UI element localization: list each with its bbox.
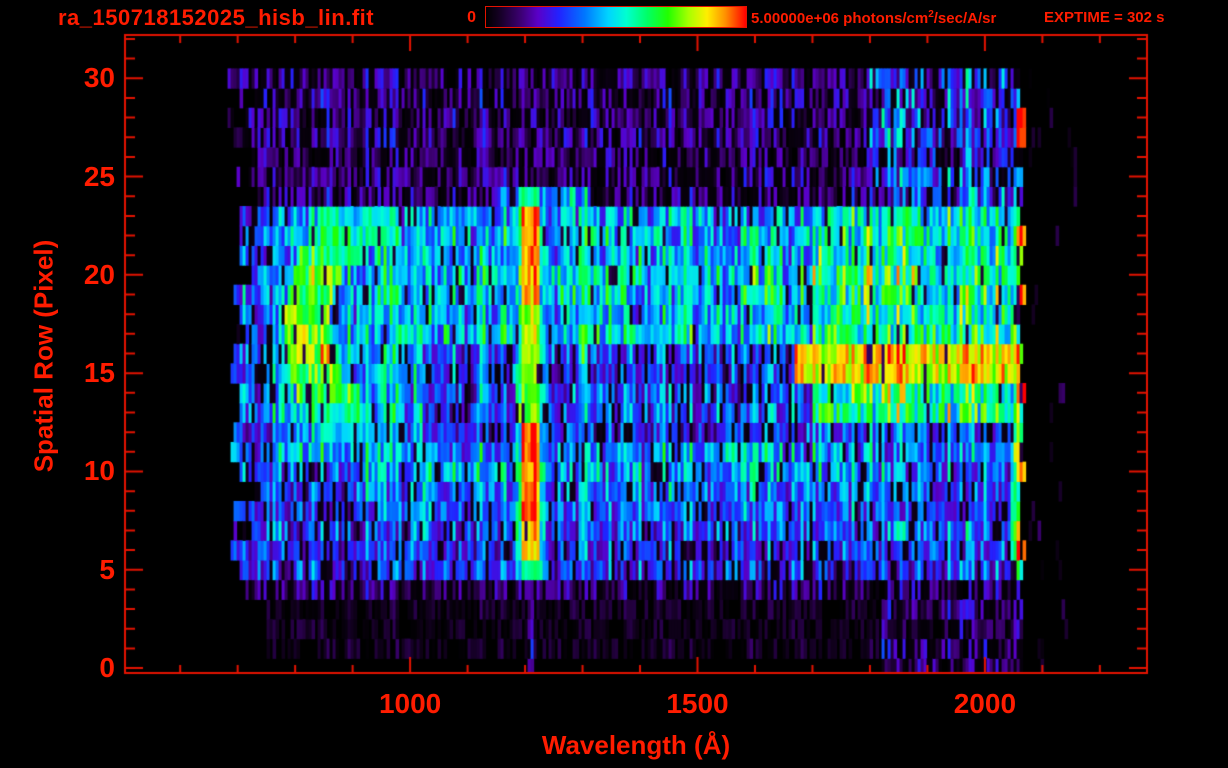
exptime-label: EXPTIME = 302 s bbox=[1044, 9, 1165, 26]
colorbar-min-label: 0 bbox=[467, 9, 476, 26]
colorbar-max-label: 5.00000e+06 photons/cm2/sec/A/sr bbox=[751, 9, 996, 27]
spectral-display-window: ra_150718152025_hisb_lin.fit 0 5.00000e+… bbox=[0, 0, 1228, 768]
colorbar-max-value: 5.00000e+06 bbox=[751, 10, 840, 27]
colorbar-units-suffix: /sec/A/sr bbox=[933, 10, 997, 27]
colorbar-units-prefix: photons/cm bbox=[839, 10, 929, 27]
y-tick-label: 25 bbox=[83, 160, 115, 192]
y-tick-label: 15 bbox=[83, 357, 115, 389]
y-tick-label: 10 bbox=[83, 455, 115, 487]
spectral-heatmap-canvas bbox=[0, 0, 1228, 768]
y-tick-label: 30 bbox=[83, 62, 115, 94]
x-tick-label: 1500 bbox=[666, 688, 729, 719]
x-axis-title: Wavelength (Å) bbox=[541, 730, 731, 760]
filename-title: ra_150718152025_hisb_lin.fit bbox=[58, 5, 375, 30]
y-tick-label: 5 bbox=[99, 553, 115, 585]
colorbar-gradient bbox=[485, 6, 747, 28]
x-tick-label: 2000 bbox=[953, 688, 1017, 719]
y-tick-label: 20 bbox=[83, 258, 115, 290]
x-tick-label: 1000 bbox=[378, 688, 442, 719]
y-tick-label: 0 bbox=[99, 652, 115, 684]
